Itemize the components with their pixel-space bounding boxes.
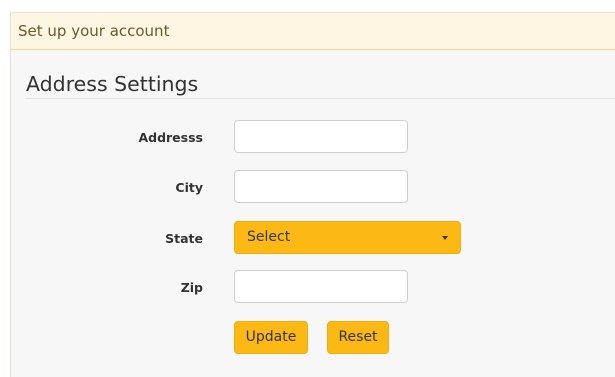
section-title: Address Settings (26, 72, 199, 96)
state-select[interactable]: Select (234, 221, 461, 254)
section-divider (25, 98, 615, 99)
address-input[interactable] (234, 120, 408, 153)
address-label: Addresss (138, 130, 203, 145)
panel-header: Set up your account (11, 13, 615, 50)
zip-label: Zip (180, 280, 203, 295)
city-label: City (175, 180, 203, 195)
state-select-value: Select (247, 229, 291, 245)
update-button[interactable]: Update (234, 321, 308, 354)
account-setup-panel: Set up your account Address Settings Add… (10, 12, 615, 377)
reset-button[interactable]: Reset (327, 321, 389, 354)
city-input[interactable] (234, 170, 408, 203)
zip-input[interactable] (234, 270, 408, 303)
caret-down-icon (442, 236, 448, 240)
state-label: State (165, 231, 203, 246)
